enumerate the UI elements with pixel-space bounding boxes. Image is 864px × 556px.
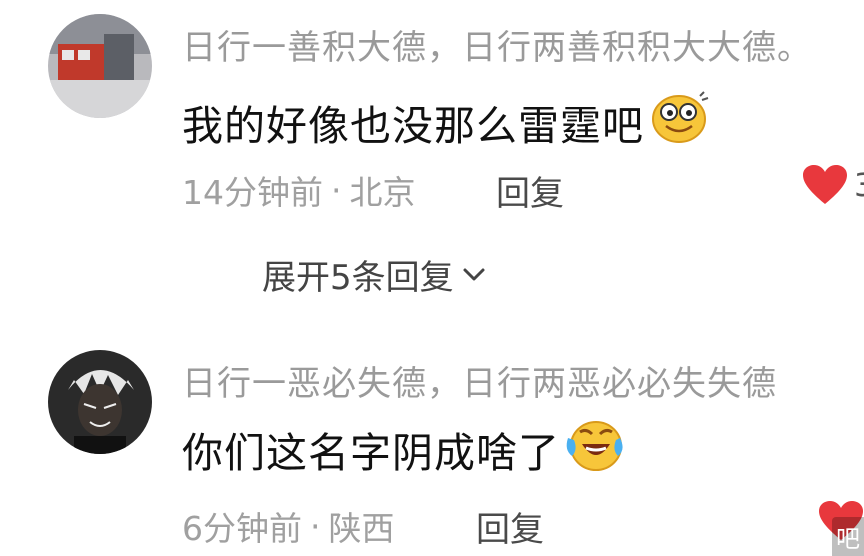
username[interactable]: 日行一善积大德，日行两善积积大大德。 bbox=[182, 20, 812, 69]
chevron-down-icon bbox=[463, 268, 485, 280]
laughing-crying-emoji-icon bbox=[564, 416, 624, 482]
expand-replies-label: 展开5条回复 bbox=[262, 258, 454, 298]
comment-text-body: 我的好像也没那么雷霆吧 bbox=[182, 102, 644, 150]
avatar[interactable] bbox=[48, 350, 152, 454]
meta-separator: · bbox=[310, 506, 321, 546]
reply-button[interactable]: 回复 bbox=[476, 502, 544, 551]
like-button[interactable]: 3 bbox=[802, 164, 864, 206]
smiling-glasses-emoji-icon bbox=[648, 90, 710, 154]
comment-location: 陕西 bbox=[328, 509, 395, 548]
comment-time: 14分钟前 bbox=[182, 173, 323, 212]
meta-separator: · bbox=[331, 170, 342, 210]
comment-text: 你们这名字阴成啥了 bbox=[182, 416, 624, 482]
comment-text-body: 你们这名字阴成啥了 bbox=[182, 429, 560, 477]
comment-time: 6分钟前 bbox=[182, 509, 302, 548]
heart-icon bbox=[803, 165, 847, 204]
avatar[interactable] bbox=[48, 14, 152, 118]
comment-text: 我的好像也没那么雷霆吧 bbox=[182, 90, 710, 154]
comment-meta: 6分钟前 · 陕西 bbox=[182, 502, 395, 550]
like-count: 3 bbox=[854, 166, 864, 204]
reply-button[interactable]: 回复 bbox=[496, 166, 564, 215]
expand-replies-button[interactable]: 展开5条回复 bbox=[262, 250, 486, 299]
watermark: 吧 bbox=[832, 517, 864, 556]
comment-meta: 14分钟前 · 北京 bbox=[182, 166, 416, 214]
comment-location: 北京 bbox=[349, 173, 416, 212]
username[interactable]: 日行一恶必失德，日行两恶必必失失德 bbox=[182, 356, 777, 405]
